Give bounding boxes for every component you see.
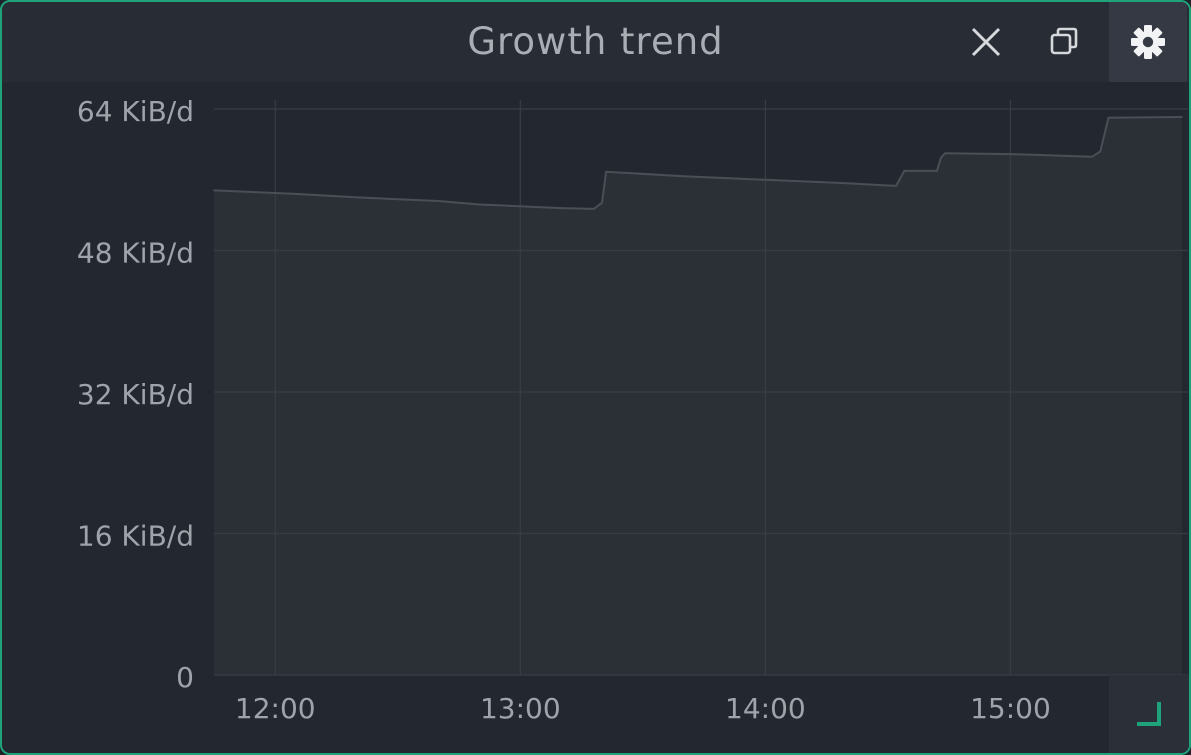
resize-handle[interactable] — [1109, 675, 1189, 753]
x-tick-label: 14:00 — [725, 692, 806, 725]
x-tick-label: 15:00 — [970, 692, 1051, 725]
series-area — [214, 117, 1182, 675]
y-tick-label: 32 KiB/d — [77, 378, 194, 411]
data-point — [903, 170, 906, 172]
data-point — [846, 182, 848, 185]
data-point — [895, 185, 897, 187]
data-point — [601, 201, 603, 204]
data-point — [1107, 117, 1110, 119]
data-point — [682, 175, 685, 178]
data-point — [213, 189, 215, 192]
y-tick-label: 0 — [176, 661, 194, 694]
x-tick-label: 13:00 — [480, 692, 561, 725]
data-point — [764, 178, 767, 181]
data-point — [940, 156, 942, 159]
data-point — [478, 203, 481, 206]
gear-icon — [1131, 25, 1165, 59]
settings-button[interactable] — [1109, 2, 1187, 82]
data-point — [605, 170, 607, 173]
data-point — [1181, 116, 1183, 118]
data-point — [1009, 153, 1012, 155]
data-point — [356, 196, 358, 199]
duplicate-button[interactable] — [1026, 2, 1104, 82]
close-icon — [971, 27, 1001, 57]
x-tick-label: 12:00 — [235, 692, 316, 725]
data-point — [936, 170, 938, 172]
data-point — [593, 208, 595, 210]
data-point — [437, 200, 440, 202]
y-tick-label: 16 KiB/d — [77, 520, 194, 553]
growth-trend-chart: 0 16 KiB/d 32 KiB/d 48 KiB/d 64 KiB/d 12:00 1… — [77, 95, 1188, 725]
y-tick-label: 48 KiB/d — [77, 237, 194, 270]
data-point — [294, 193, 297, 195]
y-tick-label: 64 KiB/d — [77, 95, 194, 128]
resize-corner-icon — [1137, 702, 1161, 726]
data-point — [560, 207, 562, 209]
data-point — [1091, 155, 1093, 158]
growth-trend-panel: Growth trend 0 16 KiB/d 32 KiB/d 48 KiB/… — [0, 0, 1191, 755]
data-point — [1099, 150, 1102, 153]
copy-icon — [1050, 27, 1078, 55]
close-button[interactable] — [947, 2, 1025, 82]
data-point — [944, 152, 946, 155]
chart-area: 0 16 KiB/d 32 KiB/d 48 KiB/d 64 KiB/d 12:00 1… — [2, 82, 1189, 753]
panel-header: Growth trend — [2, 2, 1189, 82]
